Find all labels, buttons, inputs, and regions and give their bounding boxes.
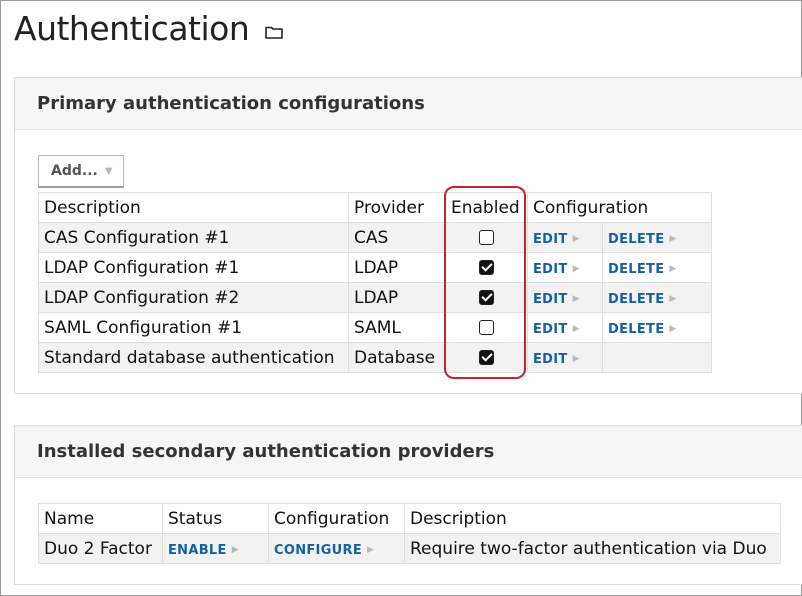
row-provider: LDAP <box>348 282 446 313</box>
delete-link[interactable]: DELETE ▶ <box>608 322 677 337</box>
folder-icon[interactable] <box>265 25 284 39</box>
column-header-description: Description <box>404 503 781 534</box>
column-header-configuration: Configuration <box>268 503 405 534</box>
delete-link[interactable]: DELETE ▶ <box>608 292 677 307</box>
triangle-right-icon: ▶ <box>669 324 677 334</box>
row-description: LDAP Configuration #1 <box>38 252 349 283</box>
enabled-checkbox[interactable] <box>479 260 494 275</box>
table-row: Standard database authentication Databas… <box>38 342 712 373</box>
column-header-name: Name <box>38 503 163 534</box>
configure-link[interactable]: CONFIGURE ▶ <box>274 543 374 558</box>
delete-link[interactable]: DELETE ▶ <box>608 232 677 247</box>
enabled-checkbox[interactable] <box>479 290 494 305</box>
column-header-enabled: Enabled <box>445 192 528 223</box>
status-cell: ENABLE ▶ <box>162 533 269 564</box>
triangle-right-icon: ▶ <box>669 234 677 244</box>
configure-link-label: CONFIGURE <box>274 542 363 558</box>
row-description: CAS Configuration #1 <box>38 222 349 253</box>
page-title-text: Authentication <box>14 9 250 48</box>
provider-description: Require two-factor authentication via Du… <box>404 533 781 564</box>
delete-link-label: DELETE <box>608 261 665 277</box>
add-dropdown-button[interactable]: Add... ▼ <box>38 155 124 188</box>
triangle-right-icon: ▶ <box>572 324 580 334</box>
row-provider: Database <box>348 342 446 373</box>
edit-link-label: EDIT <box>533 231 568 247</box>
primary-auth-panel: Primary authentication configurations Ad… <box>14 77 802 394</box>
configure-cell: CONFIGURE ▶ <box>268 533 405 564</box>
edit-link-label: EDIT <box>533 261 568 277</box>
add-button-label: Add... <box>51 163 98 179</box>
edit-cell: EDIT ▶ <box>527 222 603 253</box>
table-row: SAML Configuration #1 SAML EDIT ▶ DELETE ▶ <box>38 312 712 343</box>
table-row: CAS Configuration #1 CAS EDIT ▶ DELETE ▶ <box>38 222 712 253</box>
table-header-row: Description Provider Enabled Configurati… <box>38 192 712 223</box>
delete-link-label: DELETE <box>608 291 665 307</box>
edit-link-label: EDIT <box>533 351 568 367</box>
enable-link-label: ENABLE <box>168 542 227 558</box>
edit-link[interactable]: EDIT ▶ <box>533 232 580 247</box>
column-header-description: Description <box>38 192 349 223</box>
enabled-cell <box>445 282 528 313</box>
enable-link[interactable]: ENABLE ▶ <box>168 543 239 558</box>
edit-cell: EDIT ▶ <box>527 252 603 283</box>
enabled-cell <box>445 252 528 283</box>
row-provider: LDAP <box>348 252 446 283</box>
delete-link-label: DELETE <box>608 231 665 247</box>
triangle-right-icon: ▶ <box>367 545 375 555</box>
delete-cell: DELETE ▶ <box>602 222 712 253</box>
delete-link-label: DELETE <box>608 321 665 337</box>
edit-link[interactable]: EDIT ▶ <box>533 352 580 367</box>
edit-cell: EDIT ▶ <box>527 342 603 373</box>
enabled-checkbox[interactable] <box>479 230 494 245</box>
enabled-cell <box>445 312 528 343</box>
enabled-cell <box>445 342 528 373</box>
triangle-right-icon: ▶ <box>572 234 580 244</box>
table-row: LDAP Configuration #2 LDAP EDIT ▶ DELETE ▶ <box>38 282 712 313</box>
delete-cell: DELETE ▶ <box>602 312 712 343</box>
column-header-configuration: Configuration <box>527 192 712 223</box>
delete-cell: DELETE ▶ <box>602 282 712 313</box>
edit-cell: EDIT ▶ <box>527 312 603 343</box>
delete-cell: DELETE ▶ <box>602 252 712 283</box>
empty-cell <box>602 342 712 373</box>
chevron-down-icon: ▼ <box>104 165 113 177</box>
row-provider: SAML <box>348 312 446 343</box>
secondary-auth-heading: Installed secondary authentication provi… <box>15 426 802 478</box>
primary-auth-heading: Primary authentication configurations <box>15 78 802 130</box>
edit-cell: EDIT ▶ <box>527 282 603 313</box>
secondary-auth-table: Name Status Configuration Description Du… <box>38 503 781 564</box>
edit-link-label: EDIT <box>533 291 568 307</box>
column-header-status: Status <box>162 503 269 534</box>
row-description: Standard database authentication <box>38 342 349 373</box>
delete-link[interactable]: DELETE ▶ <box>608 262 677 277</box>
triangle-right-icon: ▶ <box>572 354 580 364</box>
table-row: Duo 2 Factor ENABLE ▶ CONFIGURE ▶ Require … <box>38 533 781 564</box>
table-header-row: Name Status Configuration Description <box>38 503 781 534</box>
triangle-right-icon: ▶ <box>669 264 677 274</box>
edit-link[interactable]: EDIT ▶ <box>533 292 580 307</box>
secondary-auth-panel: Installed secondary authentication provi… <box>14 425 802 585</box>
row-description: LDAP Configuration #2 <box>38 282 349 313</box>
edit-link-label: EDIT <box>533 321 568 337</box>
edit-link[interactable]: EDIT ▶ <box>533 322 580 337</box>
row-provider: CAS <box>348 222 446 253</box>
primary-auth-table: Description Provider Enabled Configurati… <box>38 192 712 373</box>
triangle-right-icon: ▶ <box>231 545 239 555</box>
provider-name: Duo 2 Factor <box>38 533 163 564</box>
triangle-right-icon: ▶ <box>572 294 580 304</box>
edit-link[interactable]: EDIT ▶ <box>533 262 580 277</box>
page-title: Authentication <box>14 9 284 48</box>
row-description: SAML Configuration #1 <box>38 312 349 343</box>
enabled-checkbox[interactable] <box>479 350 494 365</box>
triangle-right-icon: ▶ <box>669 294 677 304</box>
column-header-provider: Provider <box>348 192 446 223</box>
enabled-checkbox[interactable] <box>479 320 494 335</box>
enabled-cell <box>445 222 528 253</box>
table-row: LDAP Configuration #1 LDAP EDIT ▶ DELETE ▶ <box>38 252 712 283</box>
triangle-right-icon: ▶ <box>572 264 580 274</box>
